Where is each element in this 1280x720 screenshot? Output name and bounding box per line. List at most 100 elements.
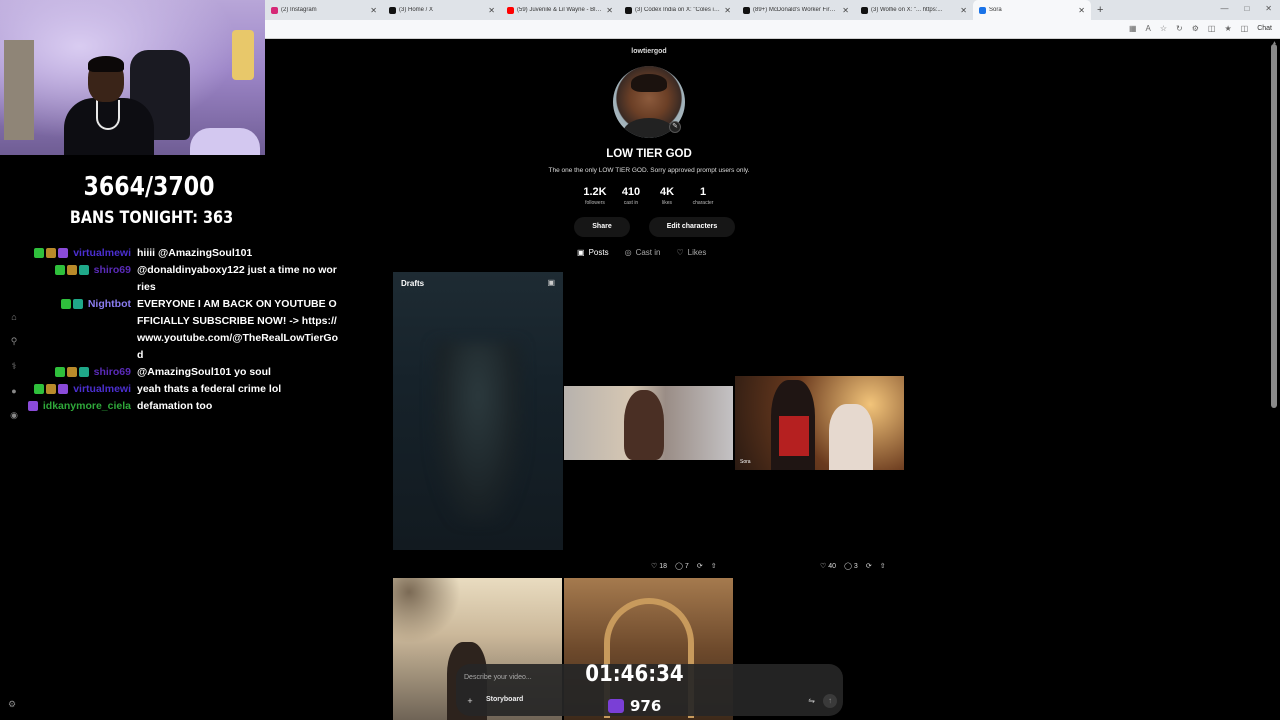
heart-icon: ♡ [651,563,658,570]
close-tab-icon[interactable]: ✕ [960,6,967,15]
drafts-label: Drafts [401,279,425,288]
chat-badge-icon [66,265,77,275]
new-tab-button[interactable]: + [1097,4,1103,16]
collections-icon[interactable]: ◫ [1241,24,1249,33]
bell-icon[interactable]: ● [11,386,16,396]
settings-sliders-icon[interactable]: ⇋ [808,696,815,705]
tab-posts[interactable]: ▣ Posts [577,248,609,257]
share-icon[interactable]: ⇧ [711,562,717,570]
page-scrollbar[interactable] [1271,44,1277,408]
remix-icon[interactable]: ⟳ [697,562,703,570]
browser-tab[interactable]: (2) Instagram ✕ [265,0,383,20]
close-tab-icon[interactable]: ✕ [488,6,495,15]
user-icon[interactable]: ◉ [10,410,18,421]
chat-username[interactable]: idkanymore_ciela [43,398,131,415]
profile-stat[interactable]: 1.2K followers [578,186,612,206]
heart-icon: ♡ [820,563,827,570]
send-arrow-icon[interactable]: ↑ [823,694,837,708]
add-media-button[interactable]: + [464,695,476,707]
storyboard-button[interactable]: Storyboard [486,696,523,703]
refresh-icon[interactable]: ↻ [1176,24,1183,33]
settings-icon[interactable]: ⚙ [8,699,16,710]
close-tab-icon[interactable]: ✕ [370,6,377,15]
tab-cast-in[interactable]: ◎ Cast in [625,248,661,257]
like-button[interactable]: ♡ 40 [820,562,836,571]
chat-badge-icon [54,265,65,275]
drafts-open-icon[interactable]: ▣ [547,278,555,287]
chat-message: Nightbot EVERYONE I AM BACK ON YOUTUBE OF… [20,296,340,364]
close-tab-icon[interactable]: ✕ [842,6,849,15]
chat-username[interactable]: Nightbot [88,296,131,313]
comment-button[interactable]: ◯ 7 [675,562,689,571]
stat-label: cast in [623,200,639,206]
search-icon[interactable]: ⚲ [11,336,18,347]
chat-badge-icon [60,299,71,309]
profile-stat[interactable]: 410 cast in [614,186,648,206]
tab-favicon-icon [271,6,278,14]
chat-username[interactable]: shiro69 [94,364,131,381]
chat-badge-icon [27,401,38,411]
post-thumbnail-2[interactable]: Sora [735,376,904,470]
browser-tab[interactable]: Sora ✕ [973,0,1091,20]
browser-tab[interactable]: (89+) McDonald's Worker Fired Aft... ✕ [737,0,855,20]
like-button[interactable]: ♡ 18 [651,562,667,571]
chat-username[interactable]: virtualmewi [73,381,131,398]
tab-icon: ◎ [624,248,632,257]
toolbar-icons: ▦ A ☆ ↻ ⚙ ◫ ★ ◫ Chat [1129,24,1272,33]
extensions-icon[interactable]: ⚙ [1192,24,1199,33]
tab-title: (3) Home / X [399,7,434,13]
grid-icon[interactable]: ▦ [1129,24,1137,33]
close-tab-icon[interactable]: ✕ [1078,6,1085,15]
chat-message: shiro69 @AmazingSoul101 yo soul [20,364,340,381]
post-thumbnail-1[interactable] [564,386,733,460]
address-bar[interactable]: ▦ A ☆ ↻ ⚙ ◫ ★ ◫ Chat [265,20,1280,39]
chat-username[interactable]: virtualmewi [73,245,131,262]
drafts-tile[interactable]: Drafts ▣ [393,272,563,550]
chat-username[interactable]: shiro69 [94,262,131,279]
tab-favicon-icon [389,6,396,14]
post-2-figure-woman [829,404,873,470]
chat-message: virtualmewi yeah thats a federal crime lo… [20,381,340,398]
browser-tab[interactable]: (59) Juvenile & Lil Wayne - Bling B...✕ [501,0,619,20]
favorite-icon[interactable]: ☆ [1160,24,1167,33]
favorites-icon[interactable]: ★ [1224,24,1231,33]
prompt-input[interactable]: Describe your video... [464,674,532,681]
profile-stat[interactable]: 4K likes [650,186,684,206]
tab-title: (89+) McDonald's Worker Fired Aft... [753,7,838,13]
browser-tab[interactable]: (3) Home / X ✕ [383,0,501,20]
tab-likes[interactable]: ♡ Likes [676,248,706,257]
close-tab-icon[interactable]: ✕ [606,6,613,15]
edit-characters-button[interactable]: Edit characters [649,217,735,237]
progress-counter: 3664/3700 [83,172,215,202]
window-controls: — □ ✕ [1220,4,1272,13]
minimize-icon[interactable]: — [1220,4,1228,13]
chat-message: virtualmewi hiiii @AmazingSoul101 [20,245,340,262]
trophy-icon[interactable]: ⚕ [12,361,17,372]
tab-icon: ▣ [577,248,585,257]
bans-tonight-label: BANS TONIGHT: 363 [69,208,234,228]
share-icon[interactable]: ⇧ [880,562,886,570]
sub-icon [608,699,624,713]
stat-value: 410 [621,186,641,198]
chat-text: @AmazingSoul101 yo soul [137,366,271,378]
close-window-icon[interactable]: ✕ [1265,4,1272,13]
remix-icon[interactable]: ⟳ [866,562,872,570]
edit-avatar-icon[interactable]: ✎ [669,121,681,133]
profile-stats: 1.2K followers 410 cast in 4K likes 1 character [578,186,720,206]
browser-tab[interactable]: (3) Codex India on X: "Coles inform... ✕ [619,0,737,20]
copilot-chat-button[interactable]: Chat [1257,25,1272,32]
browser-tab[interactable]: (3) Wolfie on X: "... https:... ✕ [855,0,973,20]
share-button[interactable]: Share [574,217,630,237]
split-icon[interactable]: ◫ [1208,24,1216,33]
chat-text: @donaldinyaboxy122 just a time no worrie… [137,264,337,293]
profile-handle: lowtiergod [631,48,667,55]
webcam-feed [0,0,265,155]
home-icon[interactable]: ⌂ [11,312,16,322]
profile-stat[interactable]: 1 character [686,186,720,206]
tab-favicon-icon [625,6,632,14]
maximize-icon[interactable]: □ [1244,4,1249,13]
close-tab-icon[interactable]: ✕ [724,6,731,15]
comment-button[interactable]: ◯ 3 [844,562,858,571]
chat-badge-icon [46,248,57,258]
read-aloud-icon[interactable]: A [1146,24,1151,33]
